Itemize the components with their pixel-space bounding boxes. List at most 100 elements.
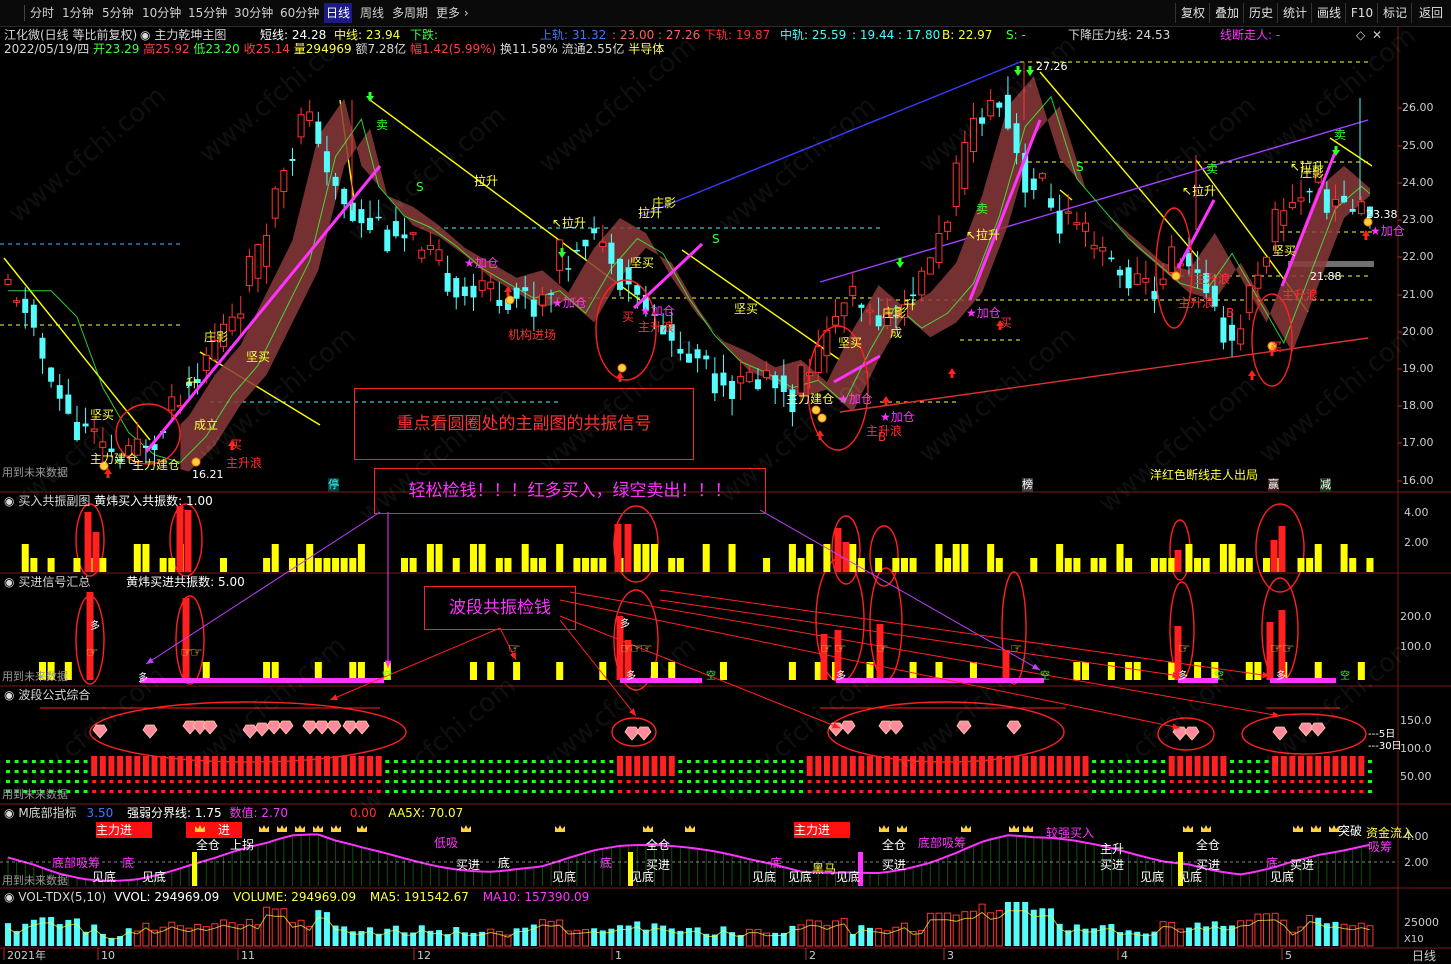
sub3-dot: [1117, 790, 1122, 793]
sub3-red-block: [1298, 766, 1304, 776]
sub3-dot: [764, 770, 769, 773]
sub3-dot: [678, 760, 683, 763]
candle-body-down: [315, 121, 322, 144]
sub3-dot: [755, 790, 760, 793]
sub4-signal-label: 底部吸筹: [918, 836, 967, 850]
sub3-dot: [212, 790, 217, 793]
sub3-dot: [730, 790, 735, 793]
sub3-dot: [161, 790, 166, 793]
sub3-dot: [738, 770, 743, 773]
sub3-dot: [583, 770, 588, 773]
sub3-dot: [1255, 790, 1260, 793]
sub3-dot: [781, 780, 786, 783]
panel-toggle-icon[interactable]: ◉: [4, 494, 14, 508]
sub3-red-block: [1030, 766, 1037, 776]
duo-signal-label: 多: [626, 671, 636, 682]
candle-body-down: [530, 299, 537, 317]
sub3-dot: [497, 780, 502, 783]
candle-body-up: [1159, 278, 1167, 286]
volume-bar-up: [926, 912, 934, 947]
diamond-icon: [1184, 726, 1200, 741]
diamond-icon: [92, 724, 108, 739]
sub3-dot: [402, 790, 407, 793]
sub3-dot: [1092, 770, 1097, 773]
sub3-dot: [704, 770, 709, 773]
sub2-bar: [1314, 662, 1322, 680]
panel-toggle-icon[interactable]: ◉: [4, 890, 14, 904]
volume-bar-down: [13, 931, 20, 946]
sub4-signal-label: 见底: [752, 870, 777, 884]
sub1-bar: [987, 544, 995, 572]
sub3-dot: [471, 760, 476, 763]
sub1-red-bar: [1278, 526, 1286, 572]
sub4-signal-label: 底: [770, 856, 783, 870]
sub1-bar: [1168, 558, 1176, 572]
sub3-dot: [1049, 780, 1054, 783]
sub3-red-block: [1065, 756, 1072, 766]
sub3-red-block: [229, 766, 236, 776]
sub3-red-block: [858, 766, 865, 776]
close-icon[interactable]: ✕: [1372, 28, 1382, 42]
trend-line: [681, 249, 841, 361]
sub3-dot: [686, 760, 691, 763]
pointing-hand-icon: ☞: [190, 645, 203, 661]
volume-bar-up: [288, 922, 296, 947]
sub3-dot: [1367, 770, 1372, 773]
sub3-dot: [936, 780, 941, 783]
sub3-dot: [49, 770, 54, 773]
candle-body-down: [332, 176, 339, 186]
sub3-dot: [911, 780, 916, 783]
label-buy: 买: [1000, 316, 1013, 330]
coin-icon: [505, 295, 515, 305]
sub3-dot: [1333, 790, 1338, 793]
label-sell: 卖: [976, 202, 989, 216]
sub-resonance-circle: [175, 595, 205, 685]
sub1-bar: [1366, 558, 1374, 572]
sub3-red-block: [849, 756, 856, 766]
sub3-red-block: [832, 756, 839, 766]
sub3-dot: [505, 760, 510, 763]
sub3-dot: [1014, 780, 1019, 783]
label-b: B: [878, 430, 887, 444]
candle-body-up: [1331, 199, 1339, 207]
sub1-bar: [651, 544, 658, 572]
label-s: S: [416, 180, 424, 194]
sub3-dot: [488, 780, 493, 783]
settings-icon[interactable]: ◇: [1356, 28, 1365, 42]
sub3-dot: [583, 780, 588, 783]
sub3-dot: [437, 790, 441, 793]
quote-sector: 半导体: [628, 42, 665, 56]
sub3-dot: [1247, 780, 1252, 783]
label-main-wave: 主升浪: [226, 456, 263, 470]
sub3-dot: [549, 770, 554, 773]
volume-bar-up: [487, 928, 495, 947]
sub3-red-block: [815, 766, 822, 776]
sub3-dot: [936, 790, 941, 793]
volume-bar-down: [634, 921, 641, 946]
sub1-bar: [357, 544, 365, 572]
panel-toggle-icon[interactable]: ◉: [4, 575, 14, 589]
sub3-red-block: [117, 756, 124, 766]
quote-volume: 量294969: [293, 42, 352, 56]
sub3-dot: [1143, 790, 1148, 793]
panel-toggle-icon[interactable]: ◉: [4, 806, 14, 820]
sub4-signal-label: 全仓: [646, 838, 671, 852]
sub3-dot: [600, 770, 605, 773]
sub3-red-block: [1065, 766, 1072, 776]
candle-body-up: [202, 354, 210, 371]
label-add-position: ★加仓: [552, 296, 587, 310]
price-tick-label: 23.00: [1402, 213, 1434, 226]
candle-body-down: [979, 117, 986, 124]
arrowhead-icon: [1272, 711, 1280, 718]
sub3-dot: [799, 790, 804, 793]
sub3-dot: [764, 760, 769, 763]
candle-body-down: [711, 373, 718, 394]
panel-toggle-icon[interactable]: ◉: [4, 688, 14, 702]
sub3-red-block: [306, 756, 313, 766]
sub4-signal-label: 突破: [1338, 824, 1363, 838]
price-tick-label: 17.00: [1402, 436, 1434, 449]
sub3-red-block: [1168, 766, 1175, 776]
sub3-dot: [574, 770, 579, 773]
sub3-dot: [428, 770, 433, 773]
volume-bar-down: [772, 932, 779, 946]
